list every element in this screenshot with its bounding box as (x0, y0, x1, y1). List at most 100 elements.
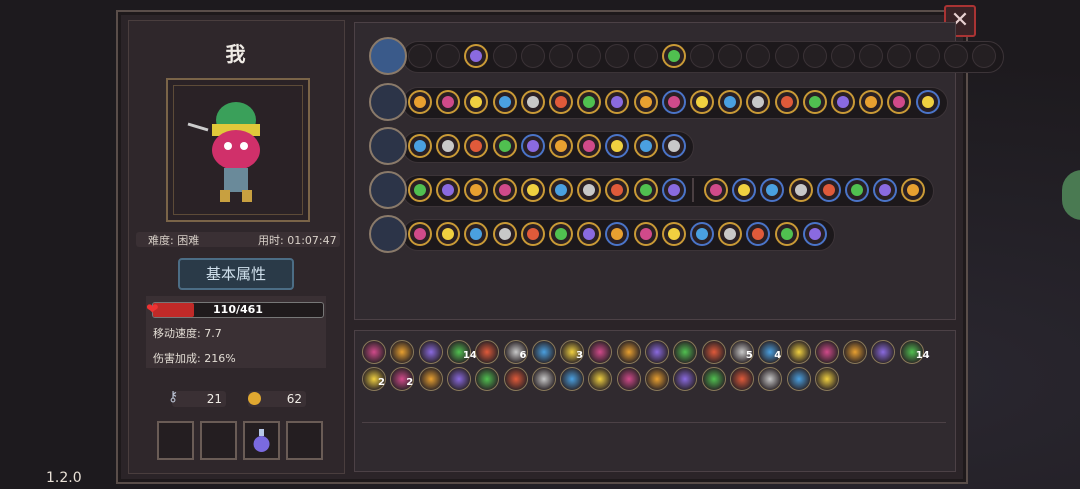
empty-slot[interactable] (774, 44, 799, 68)
heart-icon[interactable] (616, 367, 641, 391)
skill-slot[interactable] (718, 222, 743, 246)
skill-slot[interactable] (661, 44, 686, 68)
skill-slot[interactable] (873, 178, 898, 202)
skill-slot[interactable] (633, 90, 658, 114)
snake-icon[interactable] (843, 340, 868, 364)
skill-slot[interactable] (633, 134, 658, 158)
skill-slot[interactable] (549, 90, 573, 114)
skill-slot[interactable] (436, 90, 461, 114)
squid-icon[interactable] (362, 340, 386, 364)
red-gem-icon[interactable] (616, 340, 641, 364)
totem-icon[interactable] (418, 367, 443, 391)
staff-icon[interactable] (369, 83, 407, 121)
skill-slot[interactable] (859, 90, 884, 114)
claw-icon[interactable] (814, 367, 839, 391)
skill-icon (921, 96, 934, 108)
empty-slot[interactable] (492, 44, 517, 68)
item-slot-3[interactable] (243, 421, 280, 460)
wings-icon[interactable] (786, 340, 811, 364)
skill-slot[interactable] (408, 178, 432, 202)
empty-slot[interactable] (718, 44, 743, 68)
empty-slot[interactable] (943, 44, 968, 68)
ghost-icon[interactable] (475, 340, 500, 364)
empty-slot[interactable] (549, 44, 573, 68)
skill-slot[interactable] (577, 90, 602, 114)
skill-slot[interactable] (802, 222, 827, 246)
skill-slot[interactable] (774, 222, 799, 246)
empty-slot[interactable] (831, 44, 855, 68)
skill-slot[interactable] (549, 222, 573, 246)
demon-icon[interactable] (475, 367, 500, 391)
skill-slot[interactable] (732, 178, 757, 202)
skill-slot[interactable] (915, 90, 940, 114)
skill-slot[interactable] (408, 134, 432, 158)
skill-slot[interactable] (816, 178, 841, 202)
spider-icon[interactable] (701, 367, 726, 391)
skill-slot[interactable] (718, 90, 743, 114)
star-gem-icon[interactable] (560, 367, 585, 391)
skill-slot[interactable] (577, 134, 602, 158)
skill-slot[interactable] (408, 90, 432, 114)
skill-slot[interactable] (774, 90, 799, 114)
skill-slot[interactable] (690, 90, 714, 114)
skill-slot[interactable] (520, 178, 545, 202)
skill-slot[interactable] (633, 222, 658, 246)
skill-slot[interactable] (436, 178, 461, 202)
item-slot-2[interactable] (200, 421, 237, 460)
teeth-icon[interactable] (729, 367, 754, 391)
empty-slot[interactable] (577, 44, 602, 68)
cube-icon[interactable] (701, 340, 726, 364)
empty-slot[interactable] (690, 44, 714, 68)
skill-slot[interactable] (549, 134, 573, 158)
basic-attributes-tab[interactable]: 基本属性 (178, 258, 294, 290)
skill-slot[interactable] (520, 90, 545, 114)
shield-icon[interactable] (531, 367, 556, 391)
empty-slot[interactable] (972, 44, 996, 68)
skill-slot[interactable] (577, 178, 602, 202)
skill-slot[interactable] (802, 90, 827, 114)
skill-slot[interactable] (492, 90, 517, 114)
skill-slot[interactable] (520, 222, 545, 246)
skill-slot[interactable] (661, 134, 686, 158)
empty-slot[interactable] (802, 44, 827, 68)
skill-slot[interactable] (704, 178, 728, 202)
empty-slot[interactable] (520, 44, 545, 68)
skill-slot[interactable] (520, 134, 545, 158)
empty-slot[interactable] (915, 44, 940, 68)
leaf-icon[interactable] (814, 340, 839, 364)
skill-slot[interactable] (845, 178, 869, 202)
skill-slot[interactable] (577, 222, 602, 246)
feather-icon[interactable] (531, 340, 556, 364)
bird-icon[interactable] (446, 367, 471, 391)
skill-slot[interactable] (549, 178, 573, 202)
empty-slot[interactable] (408, 44, 432, 68)
glove-icon[interactable] (645, 367, 669, 391)
item-slot-1[interactable] (157, 421, 194, 460)
skill-slot[interactable] (690, 222, 714, 246)
runner-icon[interactable] (645, 340, 669, 364)
skill-slot[interactable] (661, 90, 686, 114)
sword-icon[interactable] (758, 367, 783, 391)
skill-slot[interactable] (788, 178, 813, 202)
chest-icon[interactable] (369, 37, 407, 75)
shield-purple-icon[interactable] (786, 367, 811, 391)
skill-slot[interactable] (492, 134, 517, 158)
skill-slot[interactable] (408, 222, 432, 246)
skill-slot[interactable] (436, 134, 461, 158)
crystal-staff-icon[interactable] (369, 171, 407, 209)
skill-slot[interactable] (436, 222, 461, 246)
skill-slot[interactable] (633, 178, 658, 202)
item-slot-4[interactable] (286, 421, 323, 460)
magnifier-icon[interactable] (418, 340, 443, 364)
star-staff-icon[interactable] (369, 215, 407, 253)
skill-slot[interactable] (661, 178, 686, 202)
skill-slot[interactable] (492, 178, 517, 202)
empty-slot[interactable] (859, 44, 884, 68)
vine-icon[interactable] (503, 367, 528, 391)
flower-icon[interactable] (369, 127, 407, 165)
skill-slot[interactable] (492, 222, 517, 246)
skill-slot[interactable] (661, 222, 686, 246)
skill-slot[interactable] (831, 90, 855, 114)
empty-slot[interactable] (633, 44, 658, 68)
empty-slot[interactable] (436, 44, 461, 68)
